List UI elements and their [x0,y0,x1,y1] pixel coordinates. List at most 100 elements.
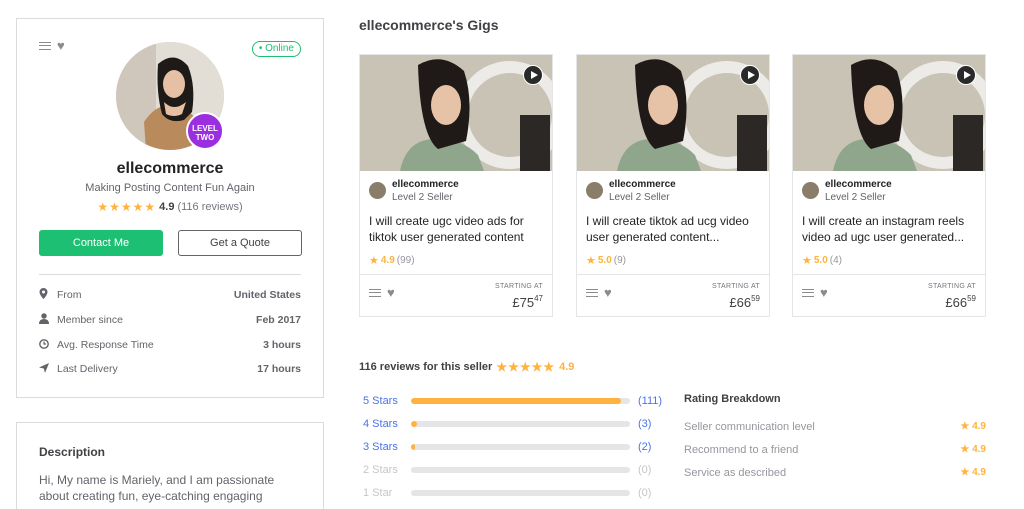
menu-icon[interactable] [586,288,598,298]
stat-member-since: Member since Feb 2017 [39,312,301,328]
heart-icon[interactable]: ♥ [387,286,395,299]
rating-bar-track [411,444,630,450]
location-pin-icon [39,288,57,302]
rating-bar-4[interactable]: 4 Stars (3) [363,417,651,431]
gig-card[interactable]: ellecommerce Level 2 Seller I will creat… [792,54,986,317]
gig-seller-name[interactable]: ellecommerce [609,179,676,190]
rating-bar-track [411,398,630,404]
rating-bar-count: (2) [638,441,652,453]
gig-rating-count: (4) [829,255,843,266]
gig-seller-level: Level 2 Seller [609,192,670,203]
description-title: Description [39,445,106,459]
rating-count[interactable]: (116 reviews) [177,201,242,213]
starting-at-label: STARTING AT [494,283,543,290]
gig-seller-level: Level 2 Seller [392,192,453,203]
stat-label: Member since [57,314,123,326]
profile-rating: ★★★★★ 4.9 (116 reviews) [17,200,323,214]
rating-bar-count: (0) [638,487,652,499]
gig-seller-name[interactable]: ellecommerce [825,179,892,190]
gig-rating: ★ 4.9 (99) [369,254,415,267]
price-main: £75 [512,295,535,310]
stat-last-delivery: Last Delivery 17 hours [39,361,301,377]
gig-thumbnail[interactable] [360,55,552,171]
gig-rating: ★ 5.0 (9) [586,254,626,267]
breakdown-value: ★ 4.9 [960,467,986,478]
gig-title[interactable]: I will create tiktok ad ucg video user g… [586,213,762,245]
rating-bar-count: (111) [638,395,663,407]
tagline: Making Posting Content Fun Again [85,182,255,194]
menu-icon[interactable] [39,41,51,51]
rating-bar-track [411,421,630,427]
star-icon: ★ [369,255,379,267]
gig-thumbnail[interactable] [577,55,769,171]
rating-bar-2: 2 Stars (0) [363,463,651,477]
reviews-stars-icon: ★★★★★ [496,360,556,374]
star-icon: ★ [802,255,812,267]
menu-icon[interactable] [369,288,381,298]
description-text: Hi, My name is Mariely, and I am passion… [39,473,275,503]
breakdown-row: Seller communication level ★ 4.9 [684,421,986,433]
play-video-icon[interactable] [740,65,760,85]
seller-avatar [586,182,603,199]
starting-at-label: STARTING AT [711,283,760,290]
stat-label: Avg. Response Time [57,339,154,351]
gig-price: £6659 [945,294,976,310]
heart-icon[interactable]: ♥ [57,39,65,52]
breakdown-label: Service as described [684,467,787,479]
price-cents: 47 [534,294,543,303]
rating-bar-3[interactable]: 3 Stars (2) [363,440,651,454]
gig-rating-value: 4.9 [380,255,395,266]
starting-at-label: STARTING AT [927,283,976,290]
play-video-icon[interactable] [956,65,976,85]
reviews-score: 4.9 [559,361,575,373]
divider [793,274,985,275]
stat-label: From [57,289,82,301]
gig-price: £7547 [512,294,543,310]
price-main: £66 [945,295,968,310]
rating-bar-label[interactable]: 5 Stars [363,395,411,407]
heart-icon[interactable]: ♥ [604,286,612,299]
contact-me-button[interactable]: Contact Me [39,230,163,256]
breakdown-label: Recommend to a friend [684,444,799,456]
breakdown-value: ★ 4.9 [960,444,986,455]
rating-bar-track [411,467,630,473]
gig-card[interactable]: ellecommerce Level 2 Seller I will creat… [576,54,770,317]
gig-thumbnail[interactable] [793,55,985,171]
get-a-quote-button[interactable]: Get a Quote [178,230,302,256]
rating-score: 4.9 [159,201,175,213]
gig-rating-value: 5.0 [597,255,612,266]
gig-rating-count: (99) [396,255,415,266]
price-cents: 59 [967,294,976,303]
gig-card[interactable]: ellecommerce Level 2 Seller I will creat… [359,54,553,317]
seller-avatar [802,182,819,199]
heart-icon[interactable]: ♥ [820,286,828,299]
seller-avatar [369,182,386,199]
gig-actions: ♥ [802,286,828,299]
gig-rating-count: (9) [613,255,627,266]
username[interactable]: ellecommerce [17,160,323,178]
play-video-icon[interactable] [523,65,543,85]
gig-title[interactable]: I will create an instagram reels video a… [802,213,978,245]
price-cents: 59 [751,294,760,303]
stat-label: Last Delivery [57,363,118,375]
breakdown-row: Recommend to a friend ★ 4.9 [684,444,986,456]
rating-bar-label[interactable]: 4 Stars [363,418,411,430]
send-icon [39,362,57,376]
star-icon: ★ [586,255,596,267]
seller-profile-card: ♥ • Online LEVEL TWO ellecommerce Making… [16,18,324,398]
description-card: Description Hi, My name is Mariely, and … [16,422,324,509]
gig-actions: ♥ [586,286,612,299]
gig-seller-name[interactable]: ellecommerce [392,179,459,190]
level-badge-line1: LEVEL [192,124,218,133]
gig-rating-value: 5.0 [813,255,828,266]
gig-title[interactable]: I will create ugc video ads for tiktok u… [369,213,545,245]
stat-value: United States [233,289,301,301]
breakdown-value: ★ 4.9 [960,421,986,432]
gig-actions: ♥ [369,286,395,299]
rating-bar-5[interactable]: 5 Stars (111) [363,394,662,408]
rating-bar-count: (0) [638,464,652,476]
rating-bar-label[interactable]: 3 Stars [363,441,411,453]
rating-bar-1: 1 Star (0) [363,486,651,500]
profile-actions: ♥ [39,39,65,52]
menu-icon[interactable] [802,288,814,298]
